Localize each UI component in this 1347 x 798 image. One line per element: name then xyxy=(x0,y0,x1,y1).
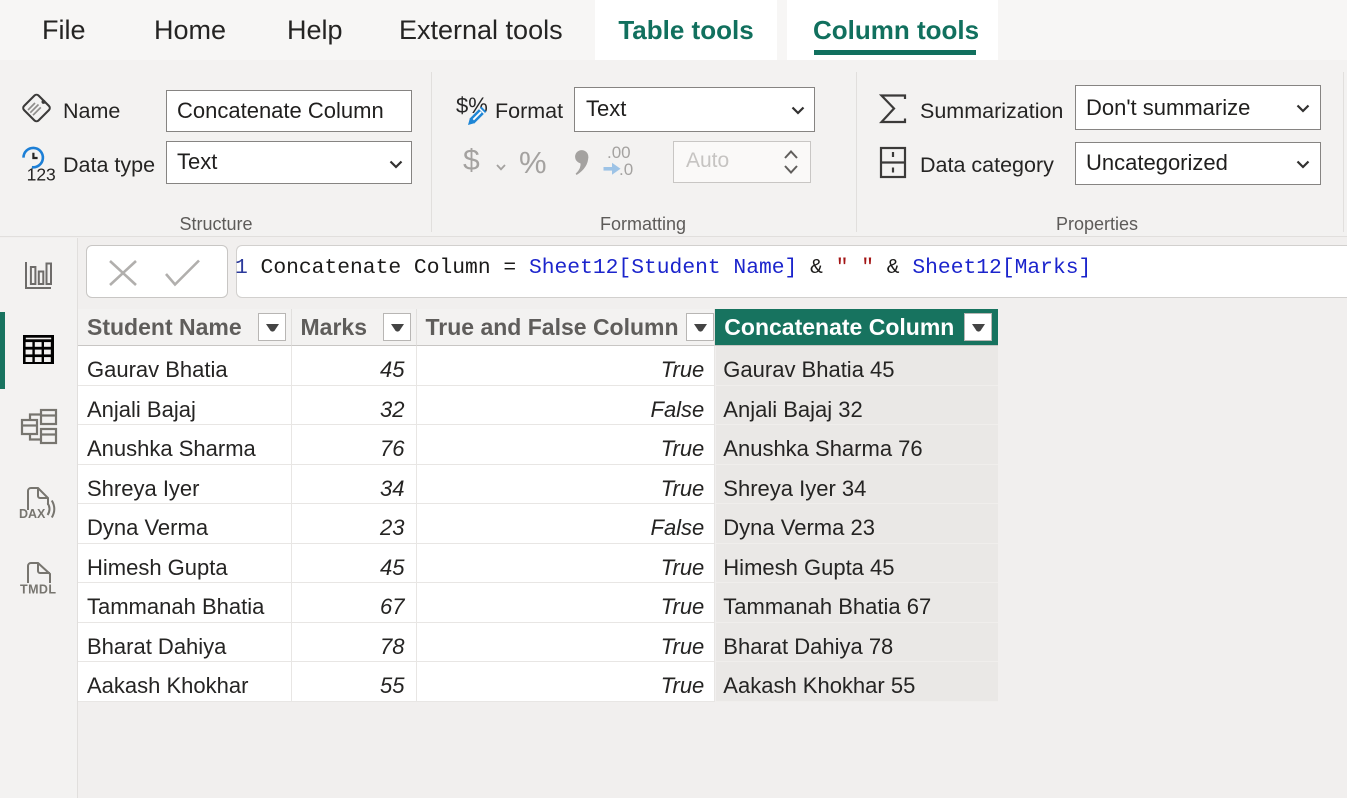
svg-text:TMDL: TMDL xyxy=(20,583,56,597)
svg-text:123: 123 xyxy=(27,165,56,184)
svg-text:DAX: DAX xyxy=(19,507,46,521)
